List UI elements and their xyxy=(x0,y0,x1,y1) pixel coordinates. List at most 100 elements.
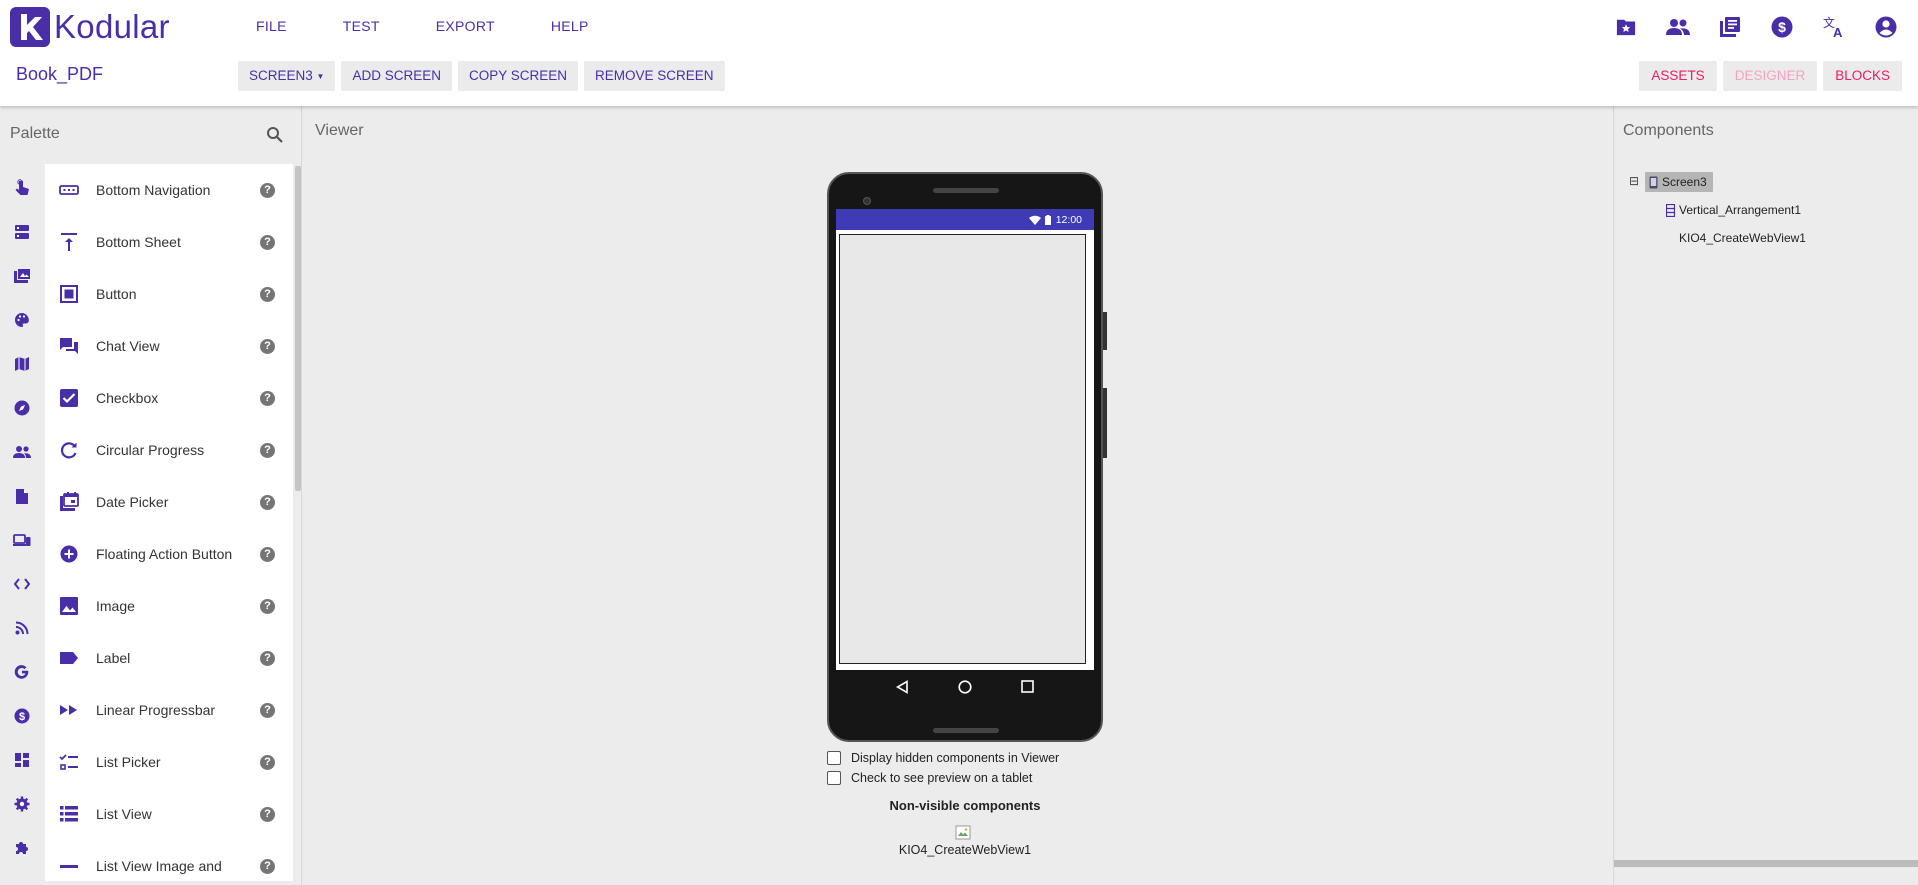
display-hidden-checkbox[interactable] xyxy=(827,751,841,765)
help-icon[interactable]: ? xyxy=(260,858,275,874)
viewer-panel: Viewer 12:00 Display hidden components i… xyxy=(303,106,1613,885)
help-icon[interactable]: ? xyxy=(260,702,275,718)
svg-text:A: A xyxy=(1833,25,1843,38)
vertical-arrangement-preview[interactable] xyxy=(839,234,1086,664)
top-menu: FILE TEST EXPORT HELP xyxy=(250,16,639,36)
designer-button[interactable]: DESIGNER xyxy=(1722,61,1818,91)
help-icon[interactable]: ? xyxy=(260,390,275,406)
assets-button[interactable]: ASSETS xyxy=(1639,61,1717,91)
feed-icon[interactable] xyxy=(0,606,44,650)
help-icon[interactable]: ? xyxy=(260,234,275,250)
account-icon[interactable] xyxy=(1860,12,1912,42)
tree-node-label: Vertical_Arrangement1 xyxy=(1679,203,1802,217)
help-icon[interactable]: ? xyxy=(260,546,275,562)
palette-scrollbar-thumb[interactable] xyxy=(295,166,301,491)
help-icon[interactable]: ? xyxy=(260,494,275,510)
screen-selector[interactable]: SCREEN3 ▼ xyxy=(238,61,336,91)
nonvisible-component-label[interactable]: KIO4_CreateWebView1 xyxy=(827,843,1103,857)
media-icon[interactable] xyxy=(0,254,44,298)
view-toolbar: ASSETS DESIGNER BLOCKS xyxy=(1633,61,1902,91)
monetization-icon[interactable]: $ xyxy=(0,694,44,738)
vertical-arrangement-icon xyxy=(1666,203,1675,217)
palette-item-date-picker[interactable]: Date Picker ? xyxy=(45,476,293,528)
palette-item-list-picker[interactable]: List Picker ? xyxy=(45,736,293,788)
copy-screen-button[interactable]: COPY SCREEN xyxy=(457,61,579,91)
extension-icon[interactable] xyxy=(0,826,44,870)
help-icon[interactable]: ? xyxy=(260,806,275,822)
palette-item-image[interactable]: Image ? xyxy=(45,580,293,632)
palette-item-circular-progress[interactable]: Circular Progress ? xyxy=(45,424,293,476)
menu-file[interactable]: FILE xyxy=(250,16,293,36)
social-icon[interactable] xyxy=(0,430,44,474)
connectivity-icon[interactable] xyxy=(0,518,44,562)
caret-down-icon: ▼ xyxy=(316,72,325,81)
palette-item-bottom-navigation[interactable]: Bottom Navigation ? xyxy=(45,164,293,216)
library-icon[interactable] xyxy=(1704,12,1756,42)
folder-star-icon[interactable] xyxy=(1600,12,1652,42)
menu-help[interactable]: HELP xyxy=(545,16,595,36)
nav-recents-icon xyxy=(1020,680,1034,698)
battery-icon xyxy=(1044,214,1051,225)
dollar-icon[interactable]: $ xyxy=(1756,12,1808,42)
people-icon[interactable] xyxy=(1652,12,1704,42)
storage-icon[interactable] xyxy=(0,474,44,518)
layout-icon[interactable] xyxy=(0,210,44,254)
palette-item-bottom-sheet[interactable]: Bottom Sheet ? xyxy=(45,216,293,268)
palette-item-label: Date Picker xyxy=(96,493,169,510)
remove-screen-button[interactable]: REMOVE SCREEN xyxy=(584,61,725,91)
palette-item-label: Circular Progress xyxy=(96,441,205,458)
palette-item-label-component[interactable]: Label ? xyxy=(45,632,293,684)
help-icon[interactable]: ? xyxy=(260,650,275,666)
settings-icon[interactable] xyxy=(0,782,44,826)
palette-item-floating-action-button[interactable]: Floating Action Button ? xyxy=(45,528,293,580)
palette-item-linear-progressbar[interactable]: Linear Progressbar ? xyxy=(45,684,293,736)
blocks-button[interactable]: BLOCKS xyxy=(1823,61,1902,91)
help-icon[interactable]: ? xyxy=(260,286,275,302)
brand-name: Kodular xyxy=(54,8,170,45)
palette-item-list-view[interactable]: List View ? xyxy=(45,788,293,840)
menu-export[interactable]: EXPORT xyxy=(430,16,501,36)
palette-item-label: Button xyxy=(96,285,137,302)
help-icon[interactable]: ? xyxy=(260,598,275,614)
top-icons: $ 文A xyxy=(1600,12,1912,42)
palette-item-list-view-image[interactable]: List View Image and ? xyxy=(45,840,293,881)
button-icon xyxy=(58,283,80,305)
tablet-preview-checkbox-row[interactable]: Check to see preview on a tablet xyxy=(827,771,1032,785)
kodular-logo[interactable]: Kodular xyxy=(10,6,170,48)
palette-item-chat-view[interactable]: Chat View ? xyxy=(45,320,293,372)
help-icon[interactable]: ? xyxy=(260,442,275,458)
palette-scrollbar[interactable] xyxy=(295,164,301,881)
code-icon[interactable] xyxy=(0,562,44,606)
translate-icon[interactable]: 文A xyxy=(1808,12,1860,42)
help-icon[interactable]: ? xyxy=(260,182,275,198)
broken-image-icon[interactable] xyxy=(955,825,973,841)
palette-title: Palette xyxy=(10,125,60,142)
display-hidden-checkbox-row[interactable]: Display hidden components in Viewer xyxy=(827,751,1059,765)
touch-icon[interactable] xyxy=(0,166,44,210)
dashboard-icon[interactable] xyxy=(0,738,44,782)
palette-item-label: List View Image and xyxy=(96,857,222,874)
tree-node-screen3[interactable]: Screen3 xyxy=(1645,172,1713,192)
phone-screen-icon xyxy=(1649,176,1658,189)
collapse-toggle-icon[interactable]: ⊟ xyxy=(1628,175,1640,187)
menu-test[interactable]: TEST xyxy=(337,16,386,36)
palette-item-checkbox[interactable]: Checkbox ? xyxy=(45,372,293,424)
tree-row-screen3[interactable]: ⊟ Screen3 xyxy=(1628,168,1806,196)
help-icon[interactable]: ? xyxy=(260,338,275,354)
help-icon[interactable]: ? xyxy=(260,754,275,770)
palette-item-button[interactable]: Button ? xyxy=(45,268,293,320)
drawing-icon[interactable] xyxy=(0,298,44,342)
phone-screen[interactable] xyxy=(836,230,1094,670)
google-icon[interactable] xyxy=(0,650,44,694)
tree-row-vertical-arrangement[interactable]: Vertical_Arrangement1 xyxy=(1628,196,1806,224)
phone-status-bar: 12:00 xyxy=(836,209,1094,230)
tablet-preview-label: Check to see preview on a tablet xyxy=(851,771,1033,785)
sensors-icon[interactable] xyxy=(0,386,44,430)
add-screen-button[interactable]: ADD SCREEN xyxy=(341,61,452,91)
maps-icon[interactable] xyxy=(0,342,44,386)
palette-item-label: Bottom Navigation xyxy=(96,181,211,198)
tree-row-kio4-createwebview[interactable]: KIO4_CreateWebView1 xyxy=(1628,224,1806,252)
tablet-preview-checkbox[interactable] xyxy=(827,771,841,785)
components-horizontal-scrollbar[interactable] xyxy=(1614,860,1918,867)
search-icon[interactable] xyxy=(266,126,283,148)
